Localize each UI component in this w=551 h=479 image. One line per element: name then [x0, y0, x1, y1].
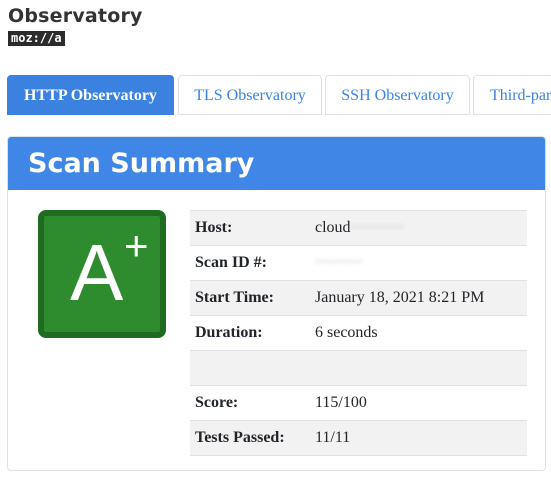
empty-label: [190, 350, 310, 386]
tab-tls-observatory[interactable]: TLS Observatory: [178, 75, 322, 115]
grade-modifier: +: [124, 222, 149, 269]
grade-letter: A: [70, 228, 124, 317]
scan-id-label: Scan ID #:: [190, 245, 310, 281]
mozilla-logo[interactable]: moz://a: [8, 31, 65, 46]
start-time-value: January 18, 2021 8:21 PM: [310, 280, 527, 316]
host-label: Host:: [190, 210, 310, 246]
scan-summary-table: Host: cloud·········· Scan ID #: ·······…: [190, 210, 527, 456]
empty-value: [310, 350, 527, 386]
site-header: Observatory moz://a: [8, 4, 143, 47]
table-row: Scan ID #: ·········: [190, 245, 527, 281]
score-value: 115/100: [310, 385, 527, 421]
duration-label: Duration:: [190, 315, 310, 351]
duration-value: 6 seconds: [310, 315, 527, 351]
start-time-label: Start Time:: [190, 280, 310, 316]
host-value: cloud··········: [310, 210, 527, 246]
table-row: Score: 115/100: [190, 385, 527, 421]
table-row: Host: cloud··········: [190, 210, 527, 246]
tab-http-observatory[interactable]: HTTP Observatory: [7, 75, 174, 115]
site-title: Observatory: [8, 5, 143, 27]
tests-passed-value: 11/11: [310, 420, 527, 456]
scan-id-value: ·········: [310, 245, 527, 281]
observatory-tabs: HTTP Observatory TLS Observatory SSH Obs…: [7, 75, 551, 117]
tab-ssh-observatory[interactable]: SSH Observatory: [325, 75, 470, 115]
redacted-scan-id: ·········: [315, 254, 363, 271]
table-row: Duration: 6 seconds: [190, 315, 527, 351]
tab-third-party-tests[interactable]: Third-party Tests: [473, 75, 551, 115]
scan-summary-card: Scan Summary A + Host: cloud·········· S…: [7, 136, 546, 471]
table-row: Tests Passed: 11/11: [190, 420, 527, 456]
grade-badge: A +: [38, 210, 166, 338]
table-row: [190, 350, 527, 386]
tests-passed-label: Tests Passed:: [190, 420, 310, 456]
redacted-host: ··········: [350, 219, 404, 236]
table-row: Start Time: January 18, 2021 8:21 PM: [190, 280, 527, 316]
score-label: Score:: [190, 385, 310, 421]
scan-summary-title: Scan Summary: [8, 137, 545, 190]
host-value-text: cloud: [315, 219, 351, 236]
